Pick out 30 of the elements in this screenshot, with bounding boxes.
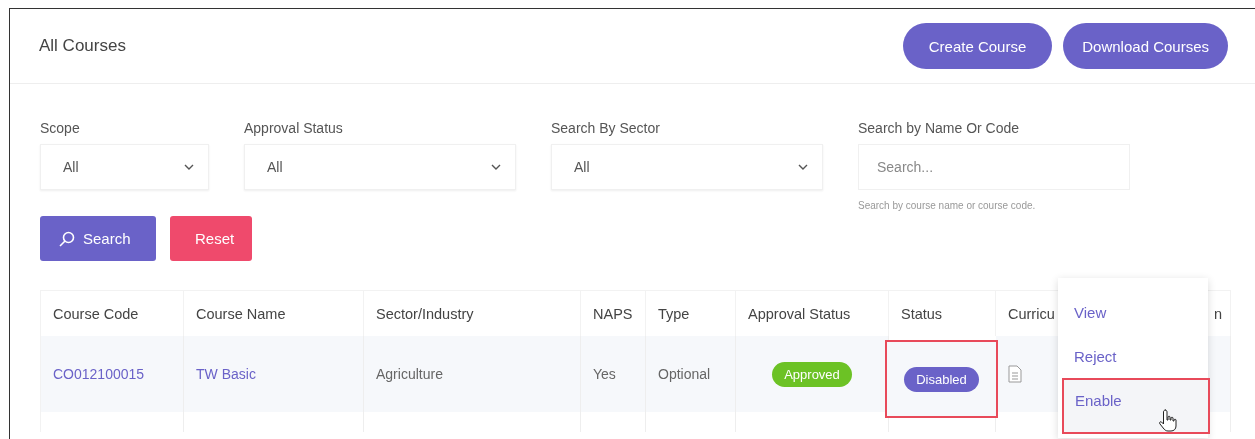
search-button[interactable]: Search xyxy=(40,216,156,261)
header-button[interactable]: Create Course xyxy=(902,23,1053,69)
menu-item[interactable]: Enable xyxy=(1062,378,1210,434)
course-code-link[interactable]: CO012100015 xyxy=(41,336,184,412)
document-icon xyxy=(1008,365,1022,383)
field-label: Approval Status xyxy=(244,120,344,136)
field-label: Search By Sector xyxy=(551,120,661,136)
select-field[interactable]: All xyxy=(40,144,209,190)
status-badge: Disabled xyxy=(904,366,979,392)
header-button[interactable]: Download Courses xyxy=(1063,23,1228,69)
table-cell: Optional xyxy=(646,336,736,412)
chevron-down-icon xyxy=(798,164,808,170)
select-field[interactable]: All xyxy=(244,144,516,190)
chevron-down-icon xyxy=(491,164,501,170)
help-text: Search by course name or course code. xyxy=(858,200,1037,211)
chevron-down-icon xyxy=(184,164,194,170)
select-field[interactable]: All xyxy=(551,144,823,190)
search-field[interactable]: Search... xyxy=(858,144,1130,190)
column-header: Status xyxy=(889,290,996,336)
menu-item[interactable]: Reject xyxy=(1058,334,1208,378)
field-label: Scope xyxy=(40,120,81,136)
course-name-link[interactable]: TW Basic xyxy=(184,336,364,412)
search-icon xyxy=(59,230,75,247)
field-label: Search by Name Or Code xyxy=(858,120,1021,136)
hand-pointer-icon xyxy=(1158,408,1180,434)
page-title: All Courses xyxy=(39,36,126,56)
reset-button[interactable]: Reset xyxy=(170,216,253,261)
approval-status-badge: Approved xyxy=(772,361,852,387)
table-cell: Yes xyxy=(581,336,646,412)
table-cell: Agriculture xyxy=(364,336,581,412)
